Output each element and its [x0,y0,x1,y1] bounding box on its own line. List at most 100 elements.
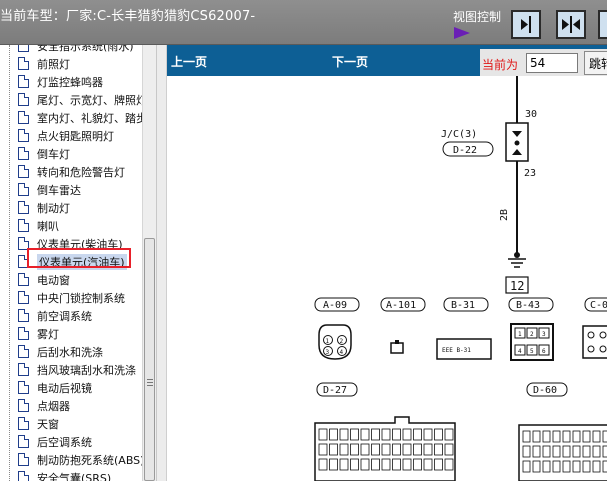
document-icon [18,417,29,430]
sidebar-item-label: 喇叭 [37,220,59,233]
svg-text:3: 3 [326,349,330,356]
sidebar-item[interactable]: 倒车灯 [0,145,142,163]
document-icon [18,45,29,52]
document-icon [18,93,29,106]
connector-a09-drawing: 1 2 3 4 [318,324,352,360]
wire-number-top: 30 [525,109,537,120]
prev-page-link[interactable]: 上一页 [171,53,207,70]
document-icon [18,75,29,88]
jump-button[interactable]: 跳转 [584,51,607,75]
document-icon [18,291,29,304]
document-icon [18,129,29,142]
sidebar-item[interactable]: 中央门锁控制系统 [0,289,142,307]
sidebar-item-label: 中央门锁控制系统 [37,292,125,305]
sidebar-item-label: 安全气囊(SRS) [37,472,112,481]
sidebar-item[interactable]: 制动防抱死系统(ABS) [0,451,145,469]
sidebar-scroll-thumb[interactable] [144,238,155,481]
connector-b43-drawing: 1 2 3 4 5 6 [510,323,554,361]
connector-d27-drawing [314,416,456,481]
wire-color: 2B [499,209,510,221]
sidebar-item[interactable]: 挡风玻璃刮水和洗涤 [0,361,142,379]
svg-text:4: 4 [518,348,522,355]
connector-c0-drawing [582,325,607,359]
svg-text:4: 4 [340,349,344,356]
sidebar-item[interactable]: 前照灯 [0,55,142,73]
page-number-input[interactable] [526,53,578,73]
junction-code: D-22 [453,145,477,156]
split-view-button[interactable] [556,10,586,39]
document-icon [18,435,29,448]
selection-highlight-box [27,248,131,268]
svg-text:2: 2 [340,338,344,345]
connector-label: B-31 [451,300,475,311]
sidebar-item[interactable]: 室内灯、礼貌灯、踏步灯 [0,109,156,127]
sidebar-item-label: 安全指示系统(雨水) [37,45,134,53]
sidebar-item[interactable]: 倒车雷达 [0,181,142,199]
document-icon [18,273,29,286]
document-icon [18,57,29,70]
document-icon [18,381,29,394]
sidebar-item[interactable]: 尾灯、示宽灯、牌照灯 [0,91,147,109]
splitter[interactable] [157,45,167,481]
document-icon [18,453,29,466]
collapse-left-icon [521,16,531,33]
sidebar-item[interactable]: 点火钥匙照明灯 [0,127,142,145]
sidebar-item-label: 天窗 [37,418,59,431]
title-bar: 当前车型：厂家:C-长丰猎豹猎豹CS62007- 视图控制 [0,0,607,45]
view-control-label: 视图控制 [453,10,502,24]
document-icon [18,165,29,178]
document-icon [18,183,29,196]
flag-icon [454,27,470,39]
document-icon [18,309,29,322]
sidebar-item-label: 挡风玻璃刮水和洗涤 [37,364,136,377]
sidebar-tree: 安全指示系统(雨水) 前照灯灯监控蜂鸣器尾灯、示宽灯、牌照灯 室内灯、礼貌灯、踏步灯… [0,45,157,481]
sidebar-item[interactable]: 点烟器 [0,397,142,415]
connector-label: C-0 [590,300,607,311]
sidebar-item-label: 制动防抱死系统(ABS) [37,454,145,467]
sidebar-item[interactable]: 前空调系统 [0,307,142,325]
sidebar-item[interactable]: 雾灯 [0,325,142,343]
svg-text:5: 5 [530,348,534,355]
collapse-left-button[interactable] [511,10,541,39]
sidebar-item[interactable]: 制动灯 [0,199,142,217]
sidebar-item-label: 倒车雷达 [37,184,81,197]
sidebar-item[interactable]: 天窗 [0,415,142,433]
sidebar-item-label: 尾灯、示宽灯、牌照灯 [37,94,147,107]
connector-d60-drawing [518,424,607,481]
junction-label: J/C(3) [441,129,477,140]
sidebar-item-label: 室内灯、礼貌灯、踏步灯 [37,112,157,125]
sidebar-item[interactable]: 后空调系统 [0,433,142,451]
sidebar-item[interactable]: 喇叭 [0,217,142,235]
sidebar-item-label: 电动窗 [37,274,70,287]
sidebar-item-label: 前空调系统 [37,310,92,323]
connector-label: A-09 [323,300,347,311]
current-page-label: 当前为 [482,58,519,72]
expand-right-button[interactable] [598,10,607,39]
sidebar-item-label: 前照灯 [37,58,70,71]
next-page-link[interactable]: 下一页 [332,53,368,70]
document-icon [18,363,29,376]
sidebar-item-label: 制动灯 [37,202,70,215]
document-icon [18,201,29,214]
sidebar-item[interactable]: 安全指示系统(雨水) [0,45,142,55]
wiring-diagram: 30 J/C(3) D-22 23 2B 12 A-09 A-101 B-31 … [314,76,607,481]
connector-b31-drawing: EEE B-31 [436,338,492,360]
sidebar-item[interactable]: 安全气囊(SRS) [0,469,142,481]
wire-number-mid: 23 [524,168,536,179]
sidebar-item-label: 倒车灯 [37,148,70,161]
sidebar-item[interactable]: 电动窗 [0,271,142,289]
document-icon [18,399,29,412]
sidebar-item[interactable]: 后刮水和洗涤 [0,343,142,361]
sidebar-item[interactable]: 转向和危险警告灯 [0,163,142,181]
sidebar-item[interactable]: 灯监控蜂鸣器 [0,73,142,91]
sidebar-item[interactable]: 电动后视镜 [0,379,142,397]
sidebar-item-label: 电动后视镜 [37,382,92,395]
sidebar-item-label: 后刮水和洗涤 [37,346,103,359]
sidebar-item-label: 转向和危险警告灯 [37,166,125,179]
connector-label: A-101 [386,300,416,311]
sidebar-item-label: 后空调系统 [37,436,92,449]
diagram-viewer: 30 J/C(3) D-22 23 2B 12 A-09 A-101 B-31 … [167,45,607,481]
connector-label: D-60 [533,385,557,396]
sidebar-item-label: 点烟器 [37,400,70,413]
document-icon [18,219,29,232]
